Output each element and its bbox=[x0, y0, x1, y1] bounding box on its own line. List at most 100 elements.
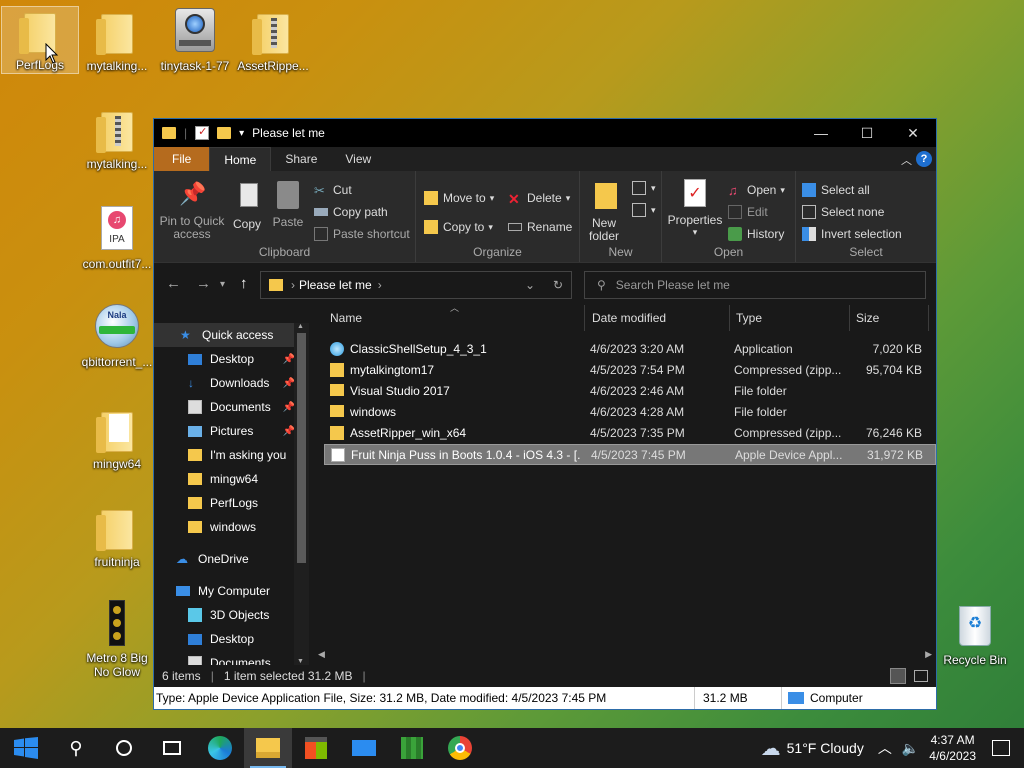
search-box[interactable]: ⚲ Search ‏Please let me bbox=[584, 271, 926, 299]
search-input[interactable]: Search ‏Please let me bbox=[616, 278, 730, 292]
column-header-name[interactable]: Name bbox=[330, 311, 362, 325]
details-view-icon[interactable] bbox=[890, 668, 906, 684]
nav-item-pc-documents[interactable]: Documents bbox=[154, 651, 309, 665]
nav-item-windows[interactable]: windows bbox=[154, 515, 309, 539]
desktop-icon-metro8[interactable]: Metro 8 Big No Glow bbox=[78, 600, 156, 679]
clock[interactable]: 4:37 AM 4/6/2023 bbox=[929, 732, 976, 764]
open-button[interactable]: ♫ Open ▾ bbox=[728, 183, 785, 198]
tab-file[interactable]: File bbox=[154, 147, 210, 171]
scroll-down-icon[interactable]: ▼ bbox=[297, 658, 304, 665]
tab-share[interactable]: Share bbox=[271, 147, 331, 171]
help-icon[interactable]: ? bbox=[916, 151, 932, 167]
properties-button[interactable]: ✓ Properties ▾ bbox=[666, 179, 724, 238]
quick-access-dropdown-icon[interactable]: ▾ bbox=[239, 128, 244, 139]
breadcrumb[interactable]: ‏Please let me bbox=[299, 278, 372, 292]
notifications-icon[interactable] bbox=[992, 740, 1010, 756]
history-button[interactable]: History bbox=[728, 227, 784, 241]
breadcrumb-chevron-icon[interactable]: › bbox=[378, 278, 382, 292]
collapse-ribbon-icon[interactable]: ︿ bbox=[901, 152, 912, 168]
copy-button[interactable]: Copy bbox=[230, 181, 264, 231]
file-row[interactable]: ClassicShellSetup_4_3_1 4/6/2023 3:20 AM A… bbox=[324, 339, 936, 360]
desktop-icon-assetripper[interactable]: AssetRippe... bbox=[234, 8, 312, 73]
tab-view[interactable]: View bbox=[331, 147, 385, 171]
desktop-icon-qbittorrent[interactable]: Nala qbittorrent_... bbox=[78, 304, 156, 369]
desktop-icon-mingw64[interactable]: mingw64 bbox=[78, 406, 156, 471]
desktop-icon-mytalking-1[interactable]: mytalking... bbox=[78, 8, 156, 73]
forward-button[interactable]: → bbox=[196, 275, 211, 292]
copy-to-button[interactable]: Copy to ▾ bbox=[424, 220, 493, 234]
nav-my-computer[interactable]: My Computer bbox=[154, 579, 309, 603]
weather-label[interactable]: 51°F Cloudy bbox=[787, 740, 864, 756]
nav-item-perflogs[interactable]: PerfLogs bbox=[154, 491, 309, 515]
nav-item-pictures[interactable]: Pictures 📌 bbox=[154, 419, 309, 443]
taskbar-edge[interactable] bbox=[196, 728, 244, 768]
back-button[interactable]: ← bbox=[166, 275, 181, 292]
scroll-up-icon[interactable]: ▲ bbox=[297, 323, 304, 330]
taskbar-chrome[interactable] bbox=[436, 728, 484, 768]
file-row[interactable]: mytalkingtom17 4/5/2023 7:54 PM Compressed… bbox=[324, 360, 936, 381]
nav-item-asking-you[interactable]: I'm asking you bbox=[154, 443, 309, 467]
nav-onedrive[interactable]: ☁ OneDrive bbox=[154, 547, 309, 571]
desktop-icon-perflogs[interactable]: PerfLogs bbox=[1, 6, 79, 74]
scroll-left-icon[interactable]: ◀ bbox=[318, 649, 325, 660]
taskbar-file-explorer[interactable] bbox=[244, 728, 292, 768]
column-header-date[interactable]: Date modified bbox=[592, 311, 666, 325]
cortana-button[interactable] bbox=[100, 728, 148, 768]
file-row[interactable]: AssetRipper_win_x64 4/5/2023 7:35 PM Compr… bbox=[324, 423, 936, 444]
close-button[interactable]: ✕ bbox=[890, 119, 936, 147]
refresh-icon[interactable]: ↻ bbox=[553, 278, 563, 292]
horizontal-scrollbar[interactable]: ◀ ▶ bbox=[314, 649, 936, 663]
column-divider[interactable] bbox=[584, 305, 585, 331]
search-button[interactable]: ⚲ bbox=[52, 728, 100, 768]
minimize-button[interactable]: — bbox=[798, 119, 844, 147]
new-folder-quick-icon[interactable] bbox=[217, 127, 232, 139]
copy-path-button[interactable]: Copy path bbox=[314, 205, 388, 219]
nav-item-3d-objects[interactable]: 3D Objects bbox=[154, 603, 309, 627]
maximize-button[interactable]: ☐ bbox=[844, 119, 890, 147]
nav-item-documents[interactable]: Documents 📌 bbox=[154, 395, 309, 419]
properties-quick-icon[interactable]: ✓ bbox=[195, 126, 210, 140]
file-row[interactable]: Visual Studio 2017 4/6/2023 2:46 AM File f… bbox=[324, 381, 936, 402]
file-row[interactable]: Fruit Ninja Puss in Boots 1.0.4 - iOS 4.… bbox=[324, 444, 936, 465]
delete-button[interactable]: ✕ Delete ▾ bbox=[508, 191, 570, 207]
nav-item-mingw64[interactable]: mingw64 bbox=[154, 467, 309, 491]
taskbar-store[interactable] bbox=[292, 728, 340, 768]
scrollbar-thumb[interactable] bbox=[297, 333, 306, 563]
start-button[interactable] bbox=[0, 728, 52, 768]
rename-button[interactable]: Rename bbox=[508, 220, 572, 234]
address-dropdown-icon[interactable]: ⌄ bbox=[525, 278, 535, 292]
desktop-icon-mytalking-2[interactable]: mytalking... bbox=[78, 106, 156, 171]
cut-button[interactable]: ✂ Cut bbox=[314, 183, 352, 198]
new-folder-button[interactable]: New folder bbox=[584, 183, 624, 243]
large-icons-view-icon[interactable] bbox=[914, 670, 928, 682]
move-to-button[interactable]: Move to ▾ bbox=[424, 191, 494, 205]
title-bar[interactable]: | ✓ ▾ ‏Please let me — ☐ ✕ bbox=[154, 119, 936, 147]
column-divider[interactable] bbox=[928, 305, 929, 331]
desktop-icon-ipa[interactable]: ♫ IPA com.outfit7... bbox=[78, 206, 156, 271]
new-item-button[interactable]: ▾ bbox=[632, 181, 656, 195]
taskbar-minecraft[interactable] bbox=[388, 728, 436, 768]
select-all-button[interactable]: Select all bbox=[802, 183, 870, 197]
volume-icon[interactable]: 🔈 bbox=[902, 740, 919, 757]
desktop-icon-recycle-bin[interactable]: ♻ Recycle Bin bbox=[936, 602, 1014, 667]
recent-locations-icon[interactable]: ▾ bbox=[220, 279, 225, 290]
easy-access-button[interactable]: ▾ bbox=[632, 203, 656, 217]
paste-shortcut-button[interactable]: Paste shortcut bbox=[314, 227, 410, 241]
column-divider[interactable] bbox=[729, 305, 730, 331]
column-header-type[interactable]: Type bbox=[736, 311, 762, 325]
nav-quick-access[interactable]: ★ Quick access bbox=[154, 323, 309, 347]
desktop-icon-fruitninja[interactable]: fruitninja bbox=[78, 504, 156, 569]
scroll-right-icon[interactable]: ▶ bbox=[925, 649, 932, 660]
nav-scrollbar[interactable]: ▲ ▼ bbox=[294, 323, 309, 665]
pin-to-quick-access-button[interactable]: 📌 Pin to Quick access bbox=[156, 181, 228, 241]
nav-item-pc-desktop[interactable]: Desktop bbox=[154, 627, 309, 651]
weather-icon[interactable]: ☁ bbox=[761, 736, 781, 761]
file-row[interactable]: windows 4/6/2023 4:28 AM File folder bbox=[324, 402, 936, 423]
paste-button[interactable]: Paste bbox=[270, 181, 306, 229]
tab-home[interactable]: Home bbox=[209, 147, 272, 171]
up-button[interactable]: ↑ bbox=[240, 275, 248, 292]
column-header-size[interactable]: Size bbox=[856, 311, 879, 325]
task-view-button[interactable] bbox=[148, 728, 196, 768]
nav-item-desktop[interactable]: Desktop 📌 bbox=[154, 347, 309, 371]
edit-button[interactable]: Edit bbox=[728, 205, 768, 219]
